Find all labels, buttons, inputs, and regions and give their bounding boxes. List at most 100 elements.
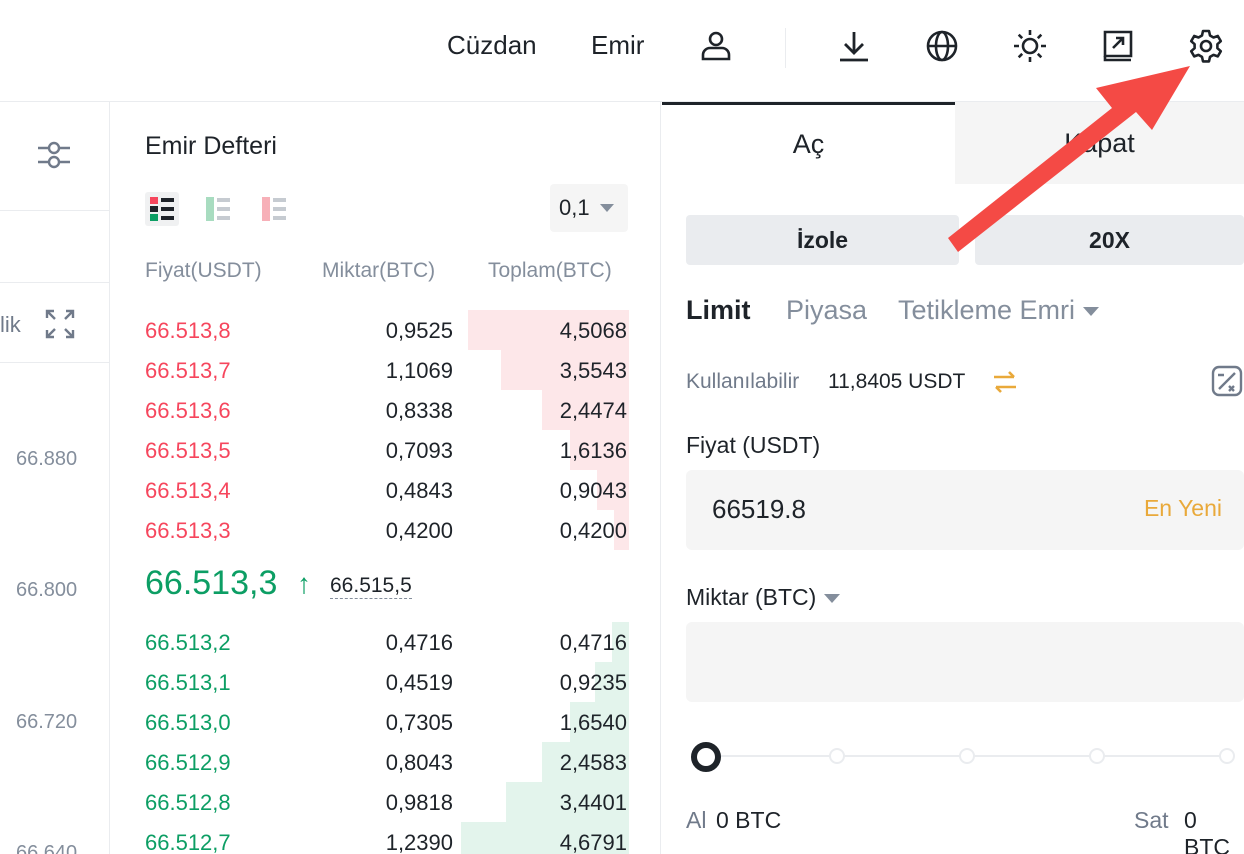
bid-row[interactable]: 66.512,7 1,2390 4,6791 — [145, 822, 629, 854]
y-axis-tick: 66.720 — [16, 711, 78, 733]
order-book-title: Emir Defteri — [145, 132, 277, 160]
row-amount: 0,4843 — [385, 478, 453, 503]
row-price: 66.513,8 — [145, 318, 231, 343]
row-price: 66.513,6 — [145, 398, 231, 423]
slider-stop[interactable] — [1089, 748, 1105, 764]
available-value: 11,8405 USDT — [828, 370, 966, 393]
row-price: 66.513,0 — [145, 710, 231, 735]
row-amount: 1,2390 — [385, 830, 453, 854]
y-axis-tick: 66.880 — [16, 448, 78, 470]
sell-label: Sat — [1134, 807, 1169, 833]
bid-row[interactable]: 66.513,0 0,7305 1,6540 — [145, 702, 629, 742]
price-input[interactable]: 66519.8 En Yeni — [686, 470, 1244, 550]
chart-settings-icon[interactable] — [36, 138, 72, 172]
sell-value: 0 BTC — [1184, 807, 1230, 854]
ask-row[interactable]: 66.513,4 0,4843 0,9043 — [145, 470, 629, 510]
margin-mode-button[interactable]: İzole — [686, 215, 959, 265]
column-header-total: Toplam(BTC) — [488, 259, 612, 282]
column-header-price: Fiyat(USDT) — [145, 259, 262, 282]
view-bids-icon[interactable] — [201, 192, 235, 226]
amount-slider-handle[interactable] — [691, 742, 721, 772]
mark-price[interactable]: 66.515,5 — [330, 574, 412, 599]
row-total: 4,5068 — [559, 318, 627, 343]
header-divider — [785, 28, 786, 68]
ask-row[interactable]: 66.513,5 0,7093 1,6136 — [145, 430, 629, 470]
chart-divider — [0, 282, 110, 283]
chevron-down-icon — [599, 204, 614, 212]
row-amount: 0,4716 — [385, 630, 453, 655]
tab-close[interactable]: Kapat — [955, 102, 1244, 184]
settings-gear-icon[interactable] — [1186, 26, 1226, 66]
download-icon[interactable] — [834, 26, 874, 66]
globe-icon[interactable] — [922, 26, 962, 66]
buy-label: Al — [686, 807, 707, 833]
latest-price-button[interactable]: En Yeni — [1144, 495, 1222, 522]
order-book-panel: Emir Defteri 0,1 Fiyat(USDT) Miktar(BTC) — [111, 102, 661, 854]
amount-label-text: Miktar (BTC) — [686, 584, 817, 610]
row-total: 2,4474 — [559, 398, 627, 423]
chart-tab-label[interactable]: lik — [0, 312, 21, 338]
leverage-button[interactable]: 20X — [975, 215, 1244, 265]
amount-label[interactable]: Miktar (BTC) — [686, 584, 841, 611]
y-axis-tick: 66.800 — [16, 579, 78, 601]
chevron-down-icon — [824, 594, 841, 604]
last-price: 66.513,3 — [145, 564, 278, 602]
row-total: 0,9043 — [559, 478, 627, 503]
view-asks-icon[interactable] — [257, 192, 291, 226]
order-type-trigger[interactable]: Tetikleme Emri — [898, 295, 1100, 326]
slider-stop[interactable] — [959, 748, 975, 764]
bid-row[interactable]: 66.512,8 0,9818 3,4401 — [145, 782, 629, 822]
row-price: 66.512,7 — [145, 830, 231, 854]
notes-icon[interactable] — [1098, 26, 1138, 66]
row-amount: 0,4519 — [385, 670, 453, 695]
row-amount: 1,1069 — [385, 358, 453, 383]
row-price: 66.513,3 — [145, 518, 231, 543]
row-total: 2,4583 — [559, 750, 627, 775]
slider-stop[interactable] — [829, 748, 845, 764]
transfer-swap-icon[interactable] — [991, 368, 1019, 396]
row-amount: 0,9818 — [385, 790, 453, 815]
row-amount: 0,8338 — [385, 398, 453, 423]
order-type-trigger-label: Tetikleme Emri — [898, 295, 1076, 325]
bid-row[interactable]: 66.513,2 0,4716 0,4716 — [145, 622, 629, 662]
slider-stop[interactable] — [1219, 748, 1235, 764]
row-total: 4,6791 — [559, 830, 627, 854]
row-price: 66.513,1 — [145, 670, 231, 695]
tick-size-value: 0,1 — [559, 195, 590, 220]
fullscreen-icon[interactable] — [44, 308, 76, 340]
chart-divider — [0, 210, 110, 211]
orders-link[interactable]: Emir — [591, 30, 644, 61]
row-amount: 0,9525 — [385, 318, 453, 343]
row-price: 66.512,9 — [145, 750, 231, 775]
order-type-limit[interactable]: Limit — [686, 295, 751, 326]
bid-row[interactable]: 66.512,9 0,8043 2,4583 — [145, 742, 629, 782]
wallet-link[interactable]: Cüzdan — [447, 30, 537, 61]
amount-input[interactable] — [686, 622, 1244, 702]
ask-row[interactable]: 66.513,3 0,4200 0,4200 — [145, 510, 629, 550]
view-both-icon[interactable] — [145, 192, 179, 226]
calculator-icon[interactable] — [1210, 364, 1244, 398]
row-price: 66.513,5 — [145, 438, 231, 463]
available-label: Kullanılabilir — [686, 370, 800, 393]
ask-row[interactable]: 66.513,7 1,1069 3,5543 — [145, 350, 629, 390]
y-axis-tick: 66.640 — [16, 842, 78, 854]
chevron-down-icon — [1083, 307, 1100, 317]
buy-value: 0 BTC — [716, 807, 782, 833]
ask-row[interactable]: 66.513,6 0,8338 2,4474 — [145, 390, 629, 430]
ask-row[interactable]: 66.513,8 0,9525 4,5068 — [145, 310, 629, 350]
top-header: Cüzdan Emir — [0, 0, 1244, 102]
theme-sun-icon[interactable] — [1010, 26, 1050, 66]
price-input-value: 66519.8 — [712, 494, 806, 524]
arrow-up-icon: ↑ — [297, 568, 311, 599]
row-total: 1,6540 — [559, 710, 627, 735]
bid-row[interactable]: 66.513,1 0,4519 0,9235 — [145, 662, 629, 702]
row-amount: 0,7305 — [385, 710, 453, 735]
column-header-amount: Miktar(BTC) — [322, 259, 436, 282]
chart-divider — [0, 362, 110, 363]
price-chart-panel: lik 66.880 66.800 66.720 66.640 — [0, 102, 110, 854]
user-icon[interactable] — [696, 26, 736, 66]
row-price: 66.512,8 — [145, 790, 231, 815]
tick-size-select[interactable]: 0,1 — [550, 184, 628, 232]
tab-open[interactable]: Aç — [662, 102, 955, 184]
order-type-market[interactable]: Piyasa — [786, 295, 867, 326]
